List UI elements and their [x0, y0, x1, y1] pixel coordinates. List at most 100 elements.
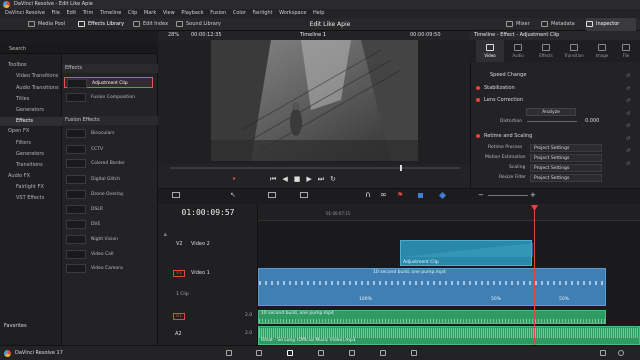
metadata-button[interactable]: Metadata: [541, 18, 575, 31]
reset-icon[interactable]: ↺: [626, 158, 631, 171]
page-edit-icon[interactable]: [287, 350, 293, 358]
menu-item-fairlight[interactable]: Fairlight: [252, 10, 272, 16]
menu-item-trim[interactable]: Trim: [83, 10, 94, 16]
effect-adjustment-clip[interactable]: Adjustment Clip: [64, 77, 153, 88]
a2-audio-clip[interactable]: Rihat - So Long (Official Music Video).m…: [258, 326, 640, 345]
sidebar-item-audio-transitions[interactable]: Audio Transitions: [16, 84, 59, 93]
effect-colored-border[interactable]: Colored Border: [64, 158, 153, 169]
v2-track-name[interactable]: Video 2: [191, 241, 210, 247]
zoom-in-icon[interactable]: +: [530, 191, 536, 199]
effects-search-bar[interactable]: Search: [0, 44, 158, 54]
enable-dot-icon[interactable]: [476, 133, 480, 138]
step-back-icon[interactable]: ◀: [282, 175, 293, 183]
zoom-slider[interactable]: [488, 195, 528, 196]
reset-icon[interactable]: ↺: [626, 133, 631, 146]
lens-correction-section[interactable]: Lens Correction: [476, 95, 523, 105]
play-icon[interactable]: ▶: [306, 175, 317, 183]
page-fairlight-icon[interactable]: [380, 350, 386, 358]
mixer-button[interactable]: Mixer: [506, 18, 530, 31]
sidebar-item-titles[interactable]: Titles: [16, 95, 29, 104]
stop-icon[interactable]: ■: [294, 175, 307, 183]
page-fusion-icon[interactable]: [318, 350, 324, 358]
sidebar-item-generators[interactable]: Generators: [16, 106, 44, 115]
enable-dot-icon[interactable]: [476, 97, 480, 102]
sidebar-item-vst-effects[interactable]: VST Effects: [16, 194, 44, 203]
home-icon[interactable]: [600, 350, 606, 358]
sidebar-item-audio-fx[interactable]: Audio FX: [8, 172, 30, 181]
tab-file[interactable]: File: [612, 40, 640, 62]
retime-process-dropdown[interactable]: Project Settings: [530, 144, 602, 152]
adjustment-clip[interactable]: Adjustment Clip: [400, 240, 533, 266]
page-cut-icon[interactable]: [256, 350, 262, 358]
snapping-icon[interactable]: ∩: [365, 190, 371, 199]
reset-icon[interactable]: ↺: [626, 108, 631, 121]
loop-icon[interactable]: ↻: [330, 175, 342, 183]
selection-tool-icon[interactable]: ↖: [230, 191, 236, 199]
resize-filter-dropdown[interactable]: Project Settings: [530, 174, 602, 182]
effect-fusion-composition[interactable]: Fusion Composition: [64, 92, 153, 103]
page-deliver-icon[interactable]: [411, 350, 417, 358]
motion-estimation-dropdown[interactable]: Project Settings: [530, 154, 602, 162]
a1-track-id[interactable]: A1: [173, 313, 185, 320]
tab-effects[interactable]: Effects: [532, 40, 560, 62]
sidebar-item-transitions[interactable]: Transitions: [16, 161, 43, 170]
timeline-timecode[interactable]: 01:00:09:57: [158, 208, 258, 217]
timeline-view-icon[interactable]: [172, 192, 180, 198]
menu-item-file[interactable]: File: [52, 10, 60, 16]
reset-icon[interactable]: ↺: [626, 83, 631, 96]
menu-item-davinci-resolve[interactable]: DaVinci Resolve: [5, 10, 45, 16]
sound-library-button[interactable]: Sound Library: [176, 18, 221, 31]
v1-track-name[interactable]: Video 1: [191, 270, 210, 276]
reset-icon[interactable]: ↺: [626, 70, 631, 83]
effect-video-camera[interactable]: Video Camera: [64, 263, 153, 274]
menu-item-workspace[interactable]: Workspace: [279, 10, 306, 16]
distortion-slider[interactable]: [527, 121, 577, 122]
inspector-button[interactable]: Inspector: [586, 18, 636, 31]
position-lock-icon[interactable]: ⚑: [397, 191, 403, 199]
page-color-icon[interactable]: [349, 350, 355, 358]
menu-item-view[interactable]: View: [163, 10, 175, 16]
distortion-value[interactable]: 0.000: [585, 117, 599, 126]
menu-item-fusion[interactable]: Fusion: [210, 10, 226, 16]
v1-track-id[interactable]: V1: [173, 270, 185, 277]
sidebar-item-open-fx[interactable]: Open FX: [8, 127, 29, 136]
video-frame[interactable]: [211, 40, 418, 161]
tab-audio[interactable]: Audio: [504, 40, 532, 62]
trim-tool-icon[interactable]: [268, 192, 276, 198]
flag-icon[interactable]: [418, 193, 423, 198]
reset-icon[interactable]: ↺: [626, 120, 631, 133]
a2-track-id[interactable]: A2: [175, 331, 182, 337]
zoom-out-icon[interactable]: −: [478, 191, 484, 199]
timeline-playhead[interactable]: [534, 205, 535, 345]
mark-in-icon[interactable]: ▸: [233, 175, 236, 182]
menu-item-playback[interactable]: Playback: [181, 10, 203, 16]
a1-audio-clip[interactable]: 10 second build, one pump.mp4: [258, 310, 606, 324]
menu-item-edit[interactable]: Edit: [67, 10, 77, 16]
favorites-section[interactable]: Favorites: [4, 322, 27, 331]
effect-dve[interactable]: DVE: [64, 219, 153, 230]
viewer-playhead[interactable]: [400, 165, 402, 171]
v2-lock-icon[interactable]: 🔒︎: [164, 232, 167, 238]
menu-item-help[interactable]: Help: [313, 10, 324, 16]
sidebar-item-fairlight-fx[interactable]: Fairlight FX: [16, 183, 44, 192]
viewer-zoom[interactable]: 28%: [168, 31, 179, 40]
effect-drone-overlay[interactable]: Drone Overlay: [64, 189, 153, 200]
edit-index-button[interactable]: Edit Index: [133, 18, 168, 31]
retime-scaling-section[interactable]: Retime and Scaling: [476, 131, 532, 141]
settings-gear-icon[interactable]: [618, 350, 624, 358]
menu-item-clip[interactable]: Clip: [128, 10, 137, 16]
tab-video[interactable]: Video: [476, 40, 504, 62]
blade-tool-icon[interactable]: [300, 192, 308, 198]
media-pool-button[interactable]: Media Pool: [28, 18, 65, 31]
effects-library-button[interactable]: Effects Library: [78, 18, 124, 31]
speed-change-section[interactable]: Speed Change: [490, 70, 526, 80]
menu-item-color[interactable]: Color: [233, 10, 246, 16]
reset-icon[interactable]: ↺: [626, 145, 631, 158]
sidebar-item-video-transitions[interactable]: Video Transitions: [16, 72, 58, 81]
effect-binoculars[interactable]: Binoculars: [64, 128, 153, 139]
sidebar-item-filters[interactable]: Filters: [16, 139, 31, 148]
sidebar-item-toolbox[interactable]: Toolbox: [8, 61, 27, 70]
scaling-dropdown[interactable]: Project Settings: [530, 164, 602, 172]
skip-forward-icon[interactable]: ⏭: [318, 175, 330, 183]
analyze-button[interactable]: Analyze: [526, 108, 576, 116]
